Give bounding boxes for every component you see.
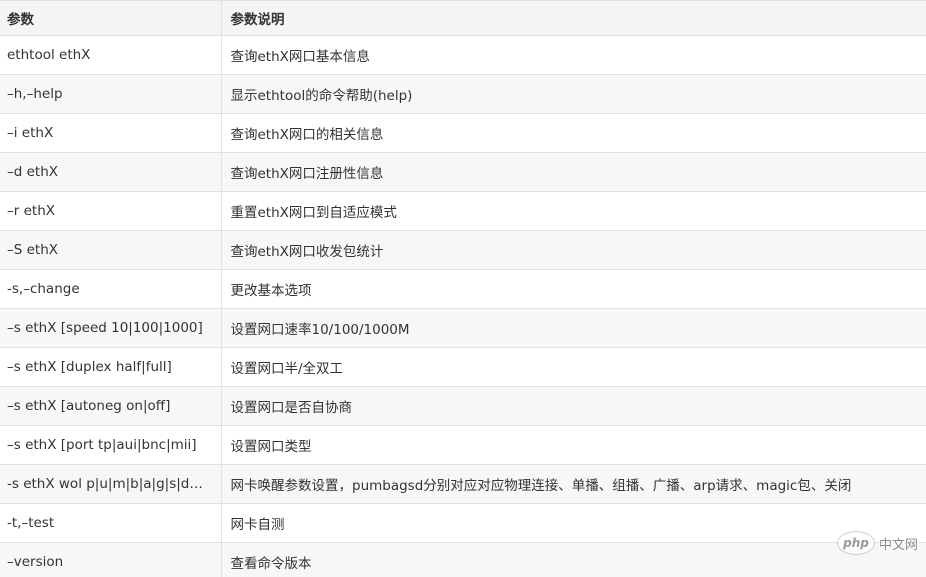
table-row: –s ethX [port tp|aui|bnc|mii] 设置网口类型 [0, 425, 926, 465]
table-row: -t,–test 网卡自测 [0, 503, 926, 543]
description-cell: 网卡唤醒参数设置，pumbagsd分别对应对应物理连接、单播、组播、广播、arp… [220, 464, 926, 504]
table-row: –version 查看命令版本 [0, 542, 926, 577]
param-cell: –d ethX [0, 152, 221, 192]
description-cell: 查询ethX网口基本信息 [220, 35, 926, 75]
description-cell: 设置网口半/全双工 [220, 347, 926, 387]
table-row: -s ethX wol p|u|m|b|a|g|s|d… 网卡唤醒参数设置，pu… [0, 464, 926, 504]
param-cell: –i ethX [0, 113, 221, 153]
param-cell: –h,–help [0, 74, 221, 114]
header-row: 参数 参数说明 [0, 0, 926, 36]
param-cell: –s ethX [duplex half|full] [0, 347, 221, 387]
header-param: 参数 [0, 0, 221, 36]
description-cell: 重置ethX网口到自适应模式 [220, 191, 926, 231]
parameter-table: 参数 参数说明 ethtool ethX 查询ethX网口基本信息 –h,–he… [0, 0, 926, 577]
table-body: ethtool ethX 查询ethX网口基本信息 –h,–help 显示eth… [0, 35, 926, 577]
param-cell: –s ethX [speed 10|100|1000] [0, 308, 221, 348]
param-cell: –s ethX [autoneg on|off] [0, 386, 221, 426]
description-cell: 查询ethX网口的相关信息 [220, 113, 926, 153]
param-cell: -s ethX wol p|u|m|b|a|g|s|d… [0, 464, 221, 504]
description-cell: 设置网口速率10/100/1000M [220, 308, 926, 348]
param-cell: –S ethX [0, 230, 221, 270]
description-cell: 设置网口是否自协商 [220, 386, 926, 426]
table-row: –s ethX [speed 10|100|1000] 设置网口速率10/100… [0, 308, 926, 348]
table-row: –s ethX [autoneg on|off] 设置网口是否自协商 [0, 386, 926, 426]
header-description: 参数说明 [220, 0, 926, 36]
description-cell: 查看命令版本 [220, 542, 926, 577]
site-watermark: php 中文网 [836, 531, 918, 555]
param-cell: ethtool ethX [0, 35, 221, 75]
param-cell: -s,–change [0, 269, 221, 309]
table-row: ethtool ethX 查询ethX网口基本信息 [0, 35, 926, 75]
table-row: -s,–change 更改基本选项 [0, 269, 926, 309]
table-row: –r ethX 重置ethX网口到自适应模式 [0, 191, 926, 231]
watermark-text: 中文网 [878, 533, 918, 553]
param-cell: -t,–test [0, 503, 221, 543]
php-logo-icon: php [836, 531, 875, 555]
description-cell: 查询ethX网口收发包统计 [220, 230, 926, 270]
param-cell: –r ethX [0, 191, 221, 231]
description-cell: 更改基本选项 [220, 269, 926, 309]
table-row: –s ethX [duplex half|full] 设置网口半/全双工 [0, 347, 926, 387]
param-cell: –version [0, 542, 221, 577]
table-header: 参数 参数说明 [0, 0, 926, 36]
table-row: –S ethX 查询ethX网口收发包统计 [0, 230, 926, 270]
table-row: –i ethX 查询ethX网口的相关信息 [0, 113, 926, 153]
description-cell: 设置网口类型 [220, 425, 926, 465]
table-row: –d ethX 查询ethX网口注册性信息 [0, 152, 926, 192]
param-cell: –s ethX [port tp|aui|bnc|mii] [0, 425, 221, 465]
description-cell: 显示ethtool的命令帮助(help) [220, 74, 926, 114]
description-cell: 查询ethX网口注册性信息 [220, 152, 926, 192]
description-cell: 网卡自测 [220, 503, 926, 543]
table-row: –h,–help 显示ethtool的命令帮助(help) [0, 74, 926, 114]
